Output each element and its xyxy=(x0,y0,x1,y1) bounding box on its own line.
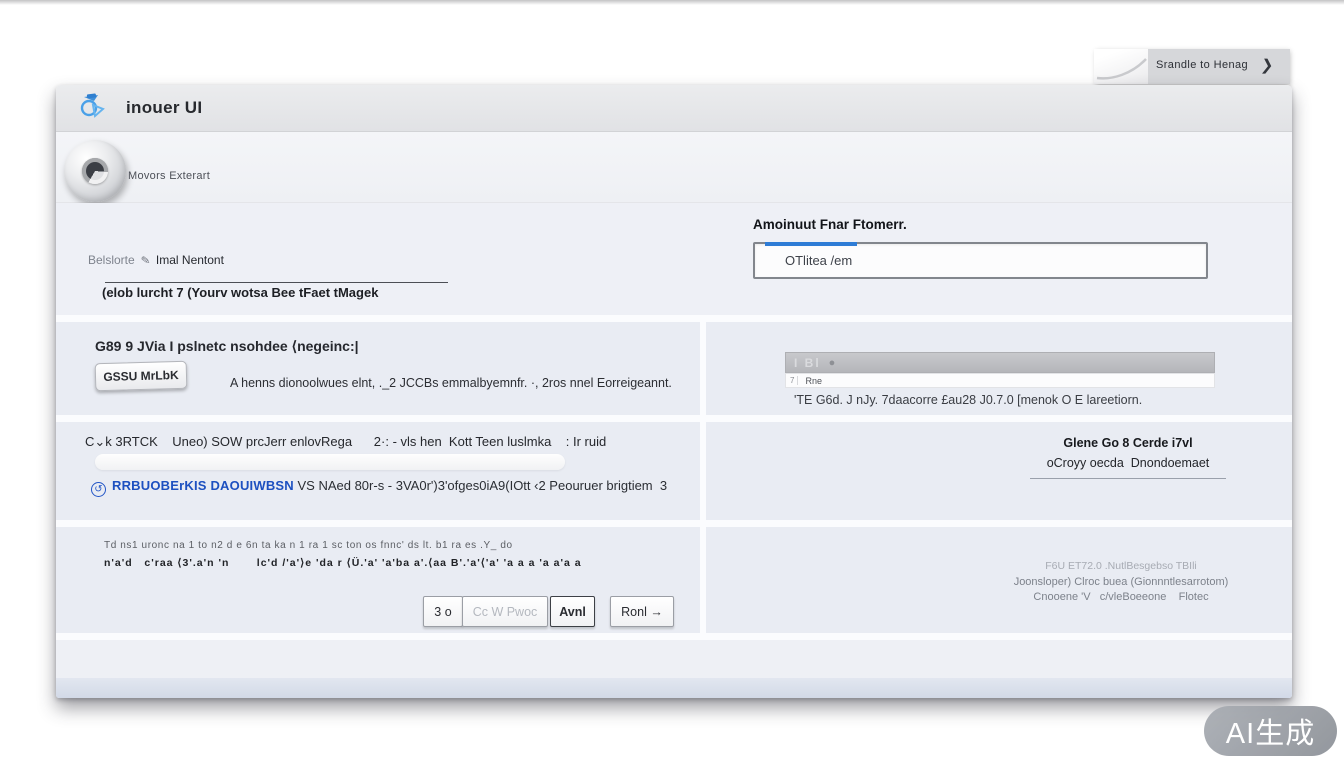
title-bar: inouer UI xyxy=(56,85,1292,132)
app-window: inouer UI Cue enirot Movors Exterart Bel… xyxy=(56,85,1292,698)
tooltip-bubble[interactable]: Srandle to Henag ❯ xyxy=(1096,49,1290,84)
name-label-part1: Belslorte xyxy=(88,253,135,267)
fineprint-panel: Td ns1 uronc na 1 to n2 d e 6n ta ka n 1… xyxy=(56,527,700,633)
window-title: inouer UI xyxy=(126,98,202,118)
jobs-heading: G89 9 JVia I pslnetc nsohdee ⟨negeinc:| xyxy=(95,338,359,355)
status-panel: I Bl ● 7 Rne 'TE G6d. J nJy. 7daacorre £… xyxy=(706,322,1292,415)
name-field-label: Belslorte ✎ Imal Nentont xyxy=(88,253,224,267)
option-button-1[interactable]: 3 o xyxy=(423,596,463,627)
status-dot-icon: ● xyxy=(829,357,836,369)
ai-watermark-badge: AI生成 xyxy=(1204,706,1337,756)
status-bar-glyphs: I Bl xyxy=(794,356,821,370)
network-link[interactable]: ↺ RRBUOBErKIS DAOUIWBSN VS NAed 80r-s - 3… xyxy=(91,478,667,497)
about-panel: F6U ET72.0 .NutlBesgebso TBIli Joonslope… xyxy=(706,527,1292,633)
pen-icon: ✎ xyxy=(140,253,151,267)
name-caption: (elob lurcht 7 (Yourv wotsa Bee tFaet tM… xyxy=(102,285,378,300)
about-text-block: F6U ET72.0 .NutlBesgebso TBIli Joonslope… xyxy=(836,559,1344,606)
about-line3: Cnooene 'V c/vleBoeeone Flotec xyxy=(836,590,1344,606)
page-top-shade xyxy=(0,0,1344,5)
network-info-line: C⌄k 3RTCK Uneo) SOW prcJerr enlovRega 2·… xyxy=(85,434,606,450)
network-link-strong: RRBUOBErKIS DAOUIWBSN xyxy=(112,478,294,493)
next-button[interactable]: Ronl → xyxy=(610,596,674,627)
fineprint-line2: n'a'd c'raa ⟨3'.a'n 'n lc'd /'a'⟩e 'da r… xyxy=(104,557,582,569)
status-detail-row[interactable]: 7 Rne xyxy=(785,373,1215,388)
status-row-number: 7 xyxy=(790,376,798,385)
name-label-part2: Imal Nentont xyxy=(156,253,224,267)
jobs-action-button[interactable]: GSSU MrLbK xyxy=(95,361,188,391)
name-input[interactable] xyxy=(105,282,448,283)
jobs-panel: G89 9 JVia I pslnetc nsohdee ⟨negeinc:| … xyxy=(56,322,700,415)
chevron-right-icon[interactable]: ❯ xyxy=(1260,56,1275,74)
refresh-icon: ↺ xyxy=(91,482,106,497)
footer-strip xyxy=(56,678,1292,698)
certificate-underline xyxy=(1030,478,1226,479)
logo-orb-icon[interactable] xyxy=(64,140,126,202)
amount-input-box[interactable] xyxy=(753,242,1208,279)
fineprint-line1: Td ns1 uronc na 1 to n2 d e 6n ta ka n 1… xyxy=(104,540,513,551)
status-progress-bar[interactable]: I Bl ● xyxy=(785,352,1215,373)
about-line1: F6U ET72.0 .NutlBesgebso TBIli xyxy=(836,559,1344,575)
jobs-description: A henns dionoolwues elnt, ._2 JCCBs emma… xyxy=(230,376,672,390)
certificate-panel: Glene Go 8 Cerde i7vl oCroyy oecda Dnond… xyxy=(706,422,1292,520)
app-icon xyxy=(78,92,106,125)
certificate-line[interactable]: oCroyy oecda Dnondoemaet xyxy=(998,456,1258,470)
amount-field-label: Amoinuut Fnar Ftomerr. xyxy=(753,217,907,232)
orb-swirl-icon xyxy=(82,158,108,184)
confirm-button[interactable]: Avnl xyxy=(550,596,595,627)
network-input-pill[interactable] xyxy=(95,454,565,470)
swoosh-icon xyxy=(1094,49,1148,84)
about-line2: Joonsloper) Clroc buea (Gionnntlesarroto… xyxy=(836,575,1344,591)
amount-input[interactable] xyxy=(785,244,1185,277)
certificate-block: Glene Go 8 Cerde i7vl oCroyy oecda Dnond… xyxy=(998,436,1258,470)
bottom-strip xyxy=(56,640,1292,678)
dialog-button-row: 3 o Cc W Pwoc Avnl Ronl → xyxy=(423,596,674,627)
certificate-heading: Glene Go 8 Cerde i7vl xyxy=(998,436,1258,450)
status-caption: 'TE G6d. J nJy. 7daacorre £au28 J0.7.0 [… xyxy=(794,393,1142,407)
option-button-2-disabled[interactable]: Cc W Pwoc xyxy=(462,596,548,627)
network-link-rest: VS NAed 80r-s - 3VA0r')3'ofges0iA9(IOtt … xyxy=(294,478,667,493)
header-bar: Cue enirot xyxy=(56,132,1292,203)
status-row-text: Rne xyxy=(805,376,822,386)
tooltip-label: Srandle to Henag xyxy=(1156,59,1248,71)
header-caption: Movors Exterart xyxy=(128,170,210,182)
network-panel: C⌄k 3RTCK Uneo) SOW prcJerr enlovRega 2·… xyxy=(56,422,700,520)
